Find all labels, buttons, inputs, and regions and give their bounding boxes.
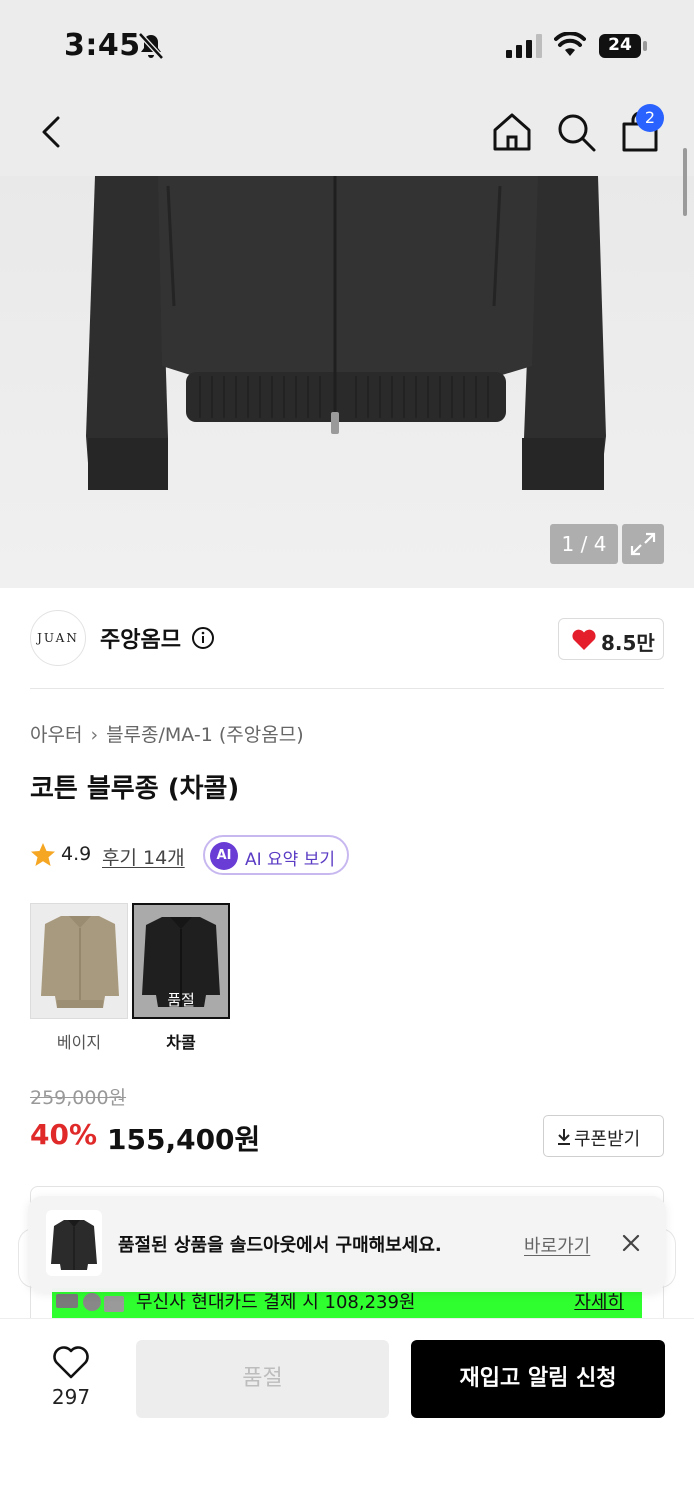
home-button[interactable] bbox=[490, 110, 534, 154]
color-option-beige[interactable] bbox=[30, 903, 128, 1019]
brand-like-count: 8.5만 bbox=[601, 631, 655, 655]
battery-icon: 24 bbox=[598, 33, 648, 59]
beige-jacket-thumbnail bbox=[41, 916, 119, 1008]
ai-summary-label: AI 요약 보기 bbox=[245, 850, 336, 870]
toast-product-thumbnail bbox=[46, 1210, 102, 1276]
scroll-indicator[interactable] bbox=[683, 148, 687, 216]
promo-banner[interactable]: 무신사 현대카드 결제 시 108,239원 자세히 bbox=[52, 1288, 642, 1320]
expand-image-button[interactable] bbox=[622, 524, 664, 564]
expand-icon bbox=[630, 532, 656, 556]
wish-count: 297 bbox=[51, 1385, 91, 1409]
color-label-beige: 베이지 bbox=[56, 1033, 102, 1052]
restock-alert-button[interactable]: 재입고 알림 신청 bbox=[411, 1340, 665, 1418]
coupon-label: 쿠폰받기 bbox=[574, 1129, 641, 1150]
status-time: 3:45 bbox=[64, 28, 141, 63]
toast-message: 품절된 상품을 솔드아웃에서 구매해보세요. bbox=[118, 1235, 442, 1256]
wifi-icon bbox=[554, 32, 586, 56]
sale-price: 155,400원 bbox=[107, 1123, 261, 1156]
brand-logo[interactable]: JUAN bbox=[30, 610, 86, 666]
battery-level: 24 bbox=[608, 35, 632, 55]
color-label-charcoal: 차콜 bbox=[166, 1033, 196, 1052]
coupon-button[interactable]: 쿠폰받기 bbox=[543, 1115, 664, 1157]
cellular-signal-icon bbox=[506, 34, 542, 58]
ai-badge: AI bbox=[210, 842, 238, 870]
info-icon[interactable] bbox=[191, 626, 215, 650]
rating-score: 4.9 bbox=[61, 843, 92, 865]
star-icon bbox=[31, 843, 55, 866]
toast-jacket-image bbox=[51, 1220, 97, 1270]
image-counter: 1 / 4 bbox=[550, 524, 618, 564]
heart-outline-icon[interactable] bbox=[52, 1346, 90, 1380]
status-bar: 3:45 24 bbox=[0, 0, 694, 92]
color-option-charcoal[interactable]: 품절 bbox=[132, 903, 230, 1019]
section-divider bbox=[30, 688, 664, 689]
toast-go-link[interactable]: 바로가기 bbox=[524, 1232, 590, 1258]
chevron-right-icon: › bbox=[90, 724, 99, 746]
soldout-toast: 품절된 상품을 솔드아웃에서 구매해보세요. 바로가기 bbox=[28, 1196, 666, 1292]
soldout-button: 품절 bbox=[136, 1340, 389, 1418]
download-icon bbox=[558, 1129, 570, 1145]
close-icon[interactable] bbox=[620, 1232, 642, 1254]
reviews-link[interactable]: 후기 14개 bbox=[102, 843, 185, 870]
original-price: 259,000원 bbox=[30, 1087, 127, 1109]
search-button[interactable] bbox=[554, 110, 598, 154]
heart-filled-icon bbox=[572, 629, 596, 650]
sold-out-label: 품절 bbox=[167, 991, 195, 1009]
brand-name[interactable]: 주앙옴므 bbox=[100, 622, 181, 654]
brand-like-button[interactable]: 8.5만 bbox=[558, 618, 664, 660]
back-button[interactable] bbox=[32, 112, 72, 152]
cart-count-badge: 2 bbox=[636, 104, 664, 132]
breadcrumb-parent[interactable]: 아우터 bbox=[30, 724, 82, 746]
breadcrumb-child[interactable]: 블루종/MA-1 (주앙옴므) bbox=[106, 724, 304, 746]
ai-summary-button[interactable]: AI AI 요약 보기 bbox=[203, 835, 349, 875]
bell-off-icon bbox=[138, 32, 164, 60]
discount-rate: 40% bbox=[30, 1118, 98, 1151]
product-title: 코튼 블루종 (차콜) bbox=[30, 774, 240, 804]
breadcrumb: 아우터 › 블루종/MA-1 (주앙옴므) bbox=[30, 720, 304, 747]
top-navigation: 2 bbox=[0, 92, 694, 176]
card-image-icon bbox=[56, 1293, 124, 1312]
